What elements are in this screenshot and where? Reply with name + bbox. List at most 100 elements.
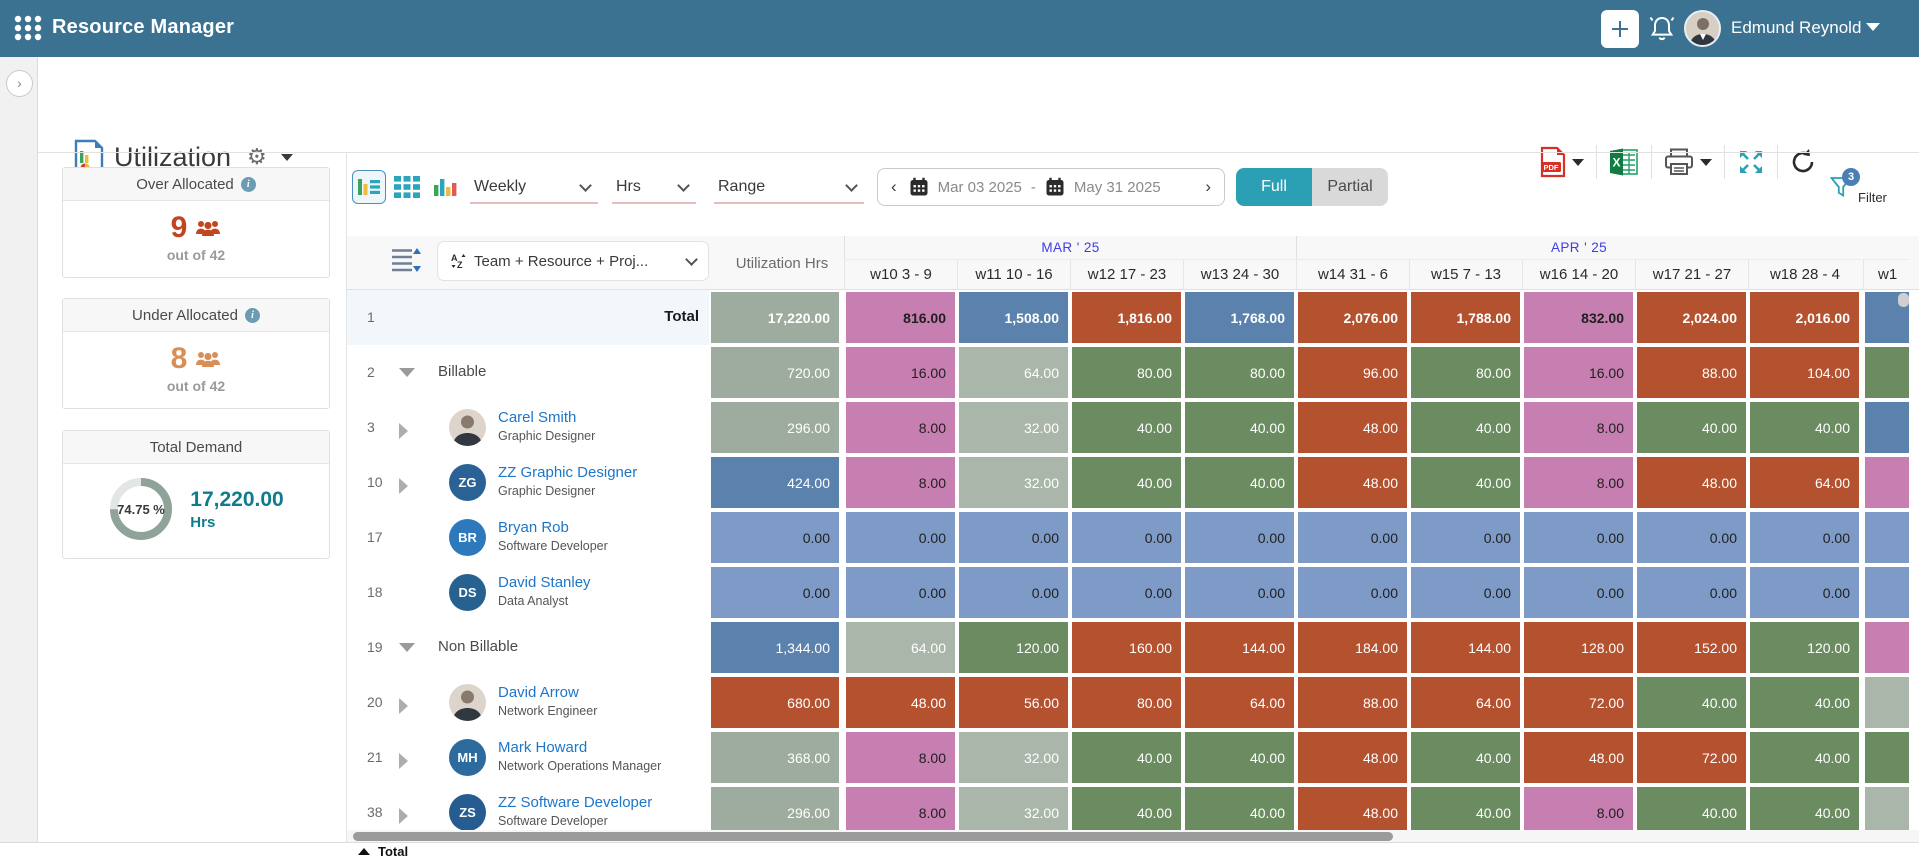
hours-cell[interactable]: 40.00	[1411, 402, 1520, 453]
hours-cell[interactable]: 0.00	[846, 567, 955, 618]
expand-arrow-icon[interactable]	[399, 478, 408, 494]
hours-cell[interactable]: 88.00	[1298, 677, 1407, 728]
hours-cell[interactable]: 48.00	[1298, 457, 1407, 508]
hours-cell[interactable]: 0.00	[1750, 512, 1859, 563]
hours-cell[interactable]: 64.00	[959, 347, 1068, 398]
hours-cell[interactable]: 40.00	[1185, 457, 1294, 508]
hours-cell[interactable]: 184.00	[1298, 622, 1407, 673]
hours-cell[interactable]: 48.00	[1637, 457, 1746, 508]
expand-arrow-icon[interactable]	[399, 698, 408, 714]
resource-name-link[interactable]: Mark Howard	[498, 739, 661, 756]
hours-cell[interactable]: 96.00	[1298, 347, 1407, 398]
horizontal-scrollbar-thumb[interactable]	[353, 832, 1393, 841]
date-from[interactable]: Mar 03 2025	[938, 179, 1022, 196]
pdf-options-caret-icon[interactable]	[1572, 159, 1584, 166]
utilization-total-cell[interactable]: 424.00	[711, 457, 839, 508]
unit-select[interactable]: Hrs	[612, 172, 696, 204]
range-select[interactable]: Range	[714, 172, 864, 204]
hours-cell[interactable]: 80.00	[1072, 677, 1181, 728]
hours-cell[interactable]: 8.00	[1524, 457, 1633, 508]
hours-cell[interactable]: 40.00	[1072, 402, 1181, 453]
hours-cell[interactable]: 1,508.00	[959, 292, 1068, 343]
utilization-total-cell[interactable]: 1,344.00	[711, 622, 839, 673]
hours-cell[interactable]: 120.00	[959, 622, 1068, 673]
partial-toggle-button[interactable]: Partial	[1312, 168, 1388, 206]
utilization-total-cell[interactable]: 0.00	[711, 512, 839, 563]
value-column-header[interactable]: Utilization Hrs	[718, 236, 846, 290]
hours-cell[interactable]: 64.00	[1750, 457, 1859, 508]
grouping-select[interactable]: A Z Team + Resource + Proj...	[437, 241, 709, 281]
hours-cell[interactable]: 40.00	[1750, 732, 1859, 783]
add-button[interactable]	[1601, 10, 1639, 48]
hours-cell[interactable]: 1,816.00	[1072, 292, 1181, 343]
week-column-header[interactable]: w11 10 - 16	[957, 259, 1070, 290]
hours-cell[interactable]: 32.00	[959, 402, 1068, 453]
utilization-total-cell[interactable]: 368.00	[711, 732, 839, 783]
hours-cell[interactable]: 40.00	[1750, 402, 1859, 453]
hours-cell[interactable]: 144.00	[1185, 622, 1294, 673]
hours-cell[interactable]: 48.00	[1524, 732, 1633, 783]
vertical-scrollbar-thumb[interactable]	[1898, 293, 1909, 307]
hours-cell[interactable]: 0.00	[1185, 512, 1294, 563]
hours-cell[interactable]: 32.00	[959, 787, 1068, 830]
hours-cell[interactable]: 8.00	[846, 787, 955, 830]
hours-cell[interactable]: 40.00	[1072, 787, 1181, 830]
hours-cell[interactable]: 0.00	[1185, 567, 1294, 618]
hours-cell[interactable]: 48.00	[1298, 402, 1407, 453]
hours-cell[interactable]: 120.00	[1750, 622, 1859, 673]
expand-arrow-icon[interactable]	[399, 753, 408, 769]
app-launcher-icon[interactable]	[14, 14, 42, 42]
hours-cell[interactable]: 0.00	[1524, 512, 1633, 563]
utilization-total-cell[interactable]: 296.00	[711, 402, 839, 453]
hours-cell[interactable]: 40.00	[1072, 732, 1181, 783]
hours-cell[interactable]: 8.00	[846, 732, 955, 783]
hours-cell[interactable]: 40.00	[1637, 402, 1746, 453]
hours-cell-partial[interactable]	[1865, 622, 1909, 673]
hours-cell[interactable]: 0.00	[959, 567, 1068, 618]
utilization-total-cell[interactable]: 0.00	[711, 567, 839, 618]
hours-cell[interactable]: 0.00	[1750, 567, 1859, 618]
settings-caret-icon[interactable]	[281, 154, 293, 161]
hours-cell[interactable]: 64.00	[1411, 677, 1520, 728]
hours-cell[interactable]: 72.00	[1637, 732, 1746, 783]
week-column-header[interactable]: w17 21 - 27	[1635, 259, 1748, 290]
expand-arrow-icon[interactable]	[399, 423, 408, 439]
hours-cell[interactable]: 1,788.00	[1411, 292, 1520, 343]
resource-name-link[interactable]: David Arrow	[498, 684, 597, 701]
week-column-header[interactable]: w12 17 - 23	[1070, 259, 1183, 290]
hours-cell[interactable]: 8.00	[1524, 402, 1633, 453]
hours-cell[interactable]: 0.00	[1637, 512, 1746, 563]
hours-cell[interactable]: 2,024.00	[1637, 292, 1746, 343]
hours-cell[interactable]: 32.00	[959, 457, 1068, 508]
sort-lines-icon[interactable]	[391, 247, 421, 273]
expand-arrow-icon[interactable]	[399, 368, 415, 377]
week-column-header[interactable]: w14 31 - 6	[1296, 259, 1409, 290]
prev-period-button[interactable]: ‹	[888, 177, 900, 197]
hours-cell[interactable]: 40.00	[1185, 787, 1294, 830]
hours-cell[interactable]: 0.00	[1411, 567, 1520, 618]
hours-cell[interactable]: 64.00	[1185, 677, 1294, 728]
hours-cell[interactable]: 40.00	[1411, 732, 1520, 783]
week-column-header[interactable]: w18 28 - 4	[1748, 259, 1861, 290]
date-to[interactable]: May 31 2025	[1074, 179, 1161, 196]
resource-name-link[interactable]: Bryan Rob	[498, 519, 608, 536]
hours-cell[interactable]: 56.00	[959, 677, 1068, 728]
export-pdf-button[interactable]: PDF	[1540, 146, 1584, 178]
hours-cell[interactable]: 104.00	[1750, 347, 1859, 398]
hours-cell[interactable]: 40.00	[1637, 787, 1746, 830]
hours-cell[interactable]: 40.00	[1185, 732, 1294, 783]
info-icon[interactable]: i	[245, 308, 260, 323]
expand-arrow-icon[interactable]	[399, 643, 415, 652]
hours-cell[interactable]: 0.00	[1637, 567, 1746, 618]
hours-cell[interactable]: 72.00	[1524, 677, 1633, 728]
hours-cell[interactable]: 0.00	[1524, 567, 1633, 618]
utilization-total-cell[interactable]: 720.00	[711, 347, 839, 398]
hours-cell[interactable]: 160.00	[1072, 622, 1181, 673]
hours-cell[interactable]: 40.00	[1750, 787, 1859, 830]
hours-cell-partial[interactable]	[1865, 402, 1909, 453]
hours-cell[interactable]: 816.00	[846, 292, 955, 343]
view-mode-chart-list-button[interactable]	[352, 170, 386, 204]
resource-name-link[interactable]: ZZ Graphic Designer	[498, 464, 637, 481]
hours-cell[interactable]: 80.00	[1072, 347, 1181, 398]
hours-cell-partial[interactable]	[1865, 457, 1909, 508]
